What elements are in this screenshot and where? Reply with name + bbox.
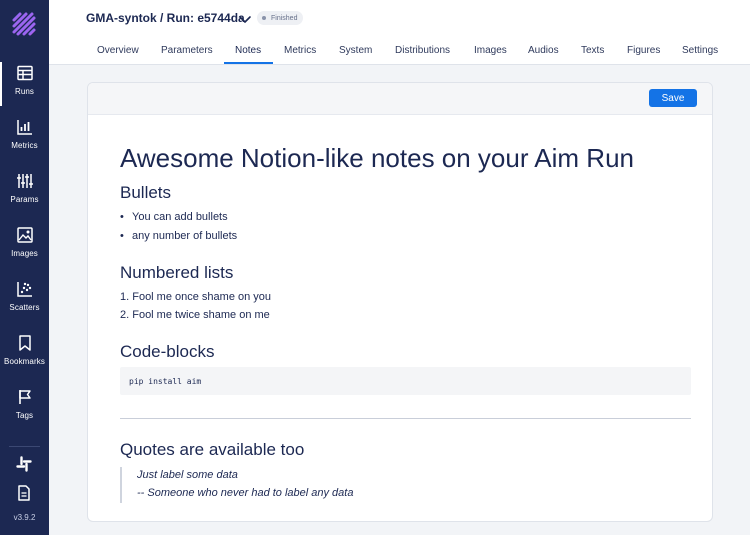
sidebar: Runs Metrics Params Images Scatters Book… bbox=[0, 0, 49, 535]
sidebar-item-label: Tags bbox=[15, 411, 34, 420]
tab-metrics[interactable]: Metrics bbox=[284, 45, 316, 56]
metrics-chart-icon bbox=[16, 118, 34, 136]
docs-icon[interactable] bbox=[15, 484, 33, 502]
status-dot-icon bbox=[262, 16, 266, 20]
sidebar-item-label: Metrics bbox=[11, 141, 38, 150]
tab-settings[interactable]: Settings bbox=[682, 45, 718, 56]
tab-parameters[interactable]: Parameters bbox=[161, 45, 213, 56]
list-item: 1. Fool me once shame on you bbox=[120, 291, 272, 303]
scatter-icon bbox=[16, 280, 34, 298]
quotes-heading: Quotes are available too bbox=[120, 440, 305, 459]
sidebar-item-scatters[interactable]: Scatters bbox=[0, 280, 49, 324]
active-tab-indicator bbox=[224, 62, 273, 64]
flag-icon bbox=[16, 388, 34, 406]
tab-audios[interactable]: Audios bbox=[528, 45, 559, 56]
sidebar-item-bookmarks[interactable]: Bookmarks bbox=[0, 334, 49, 378]
params-sliders-icon bbox=[16, 172, 34, 190]
code-block: pip install aim bbox=[120, 367, 691, 395]
table-icon bbox=[16, 64, 34, 82]
status-label: Finished bbox=[271, 14, 298, 22]
sidebar-item-metrics[interactable]: Metrics bbox=[0, 118, 49, 162]
run-tabs: Overview Parameters Notes Metrics System… bbox=[49, 38, 750, 65]
quote-line: -- Someone who never had to label any da… bbox=[137, 487, 354, 499]
sidebar-divider bbox=[9, 446, 40, 447]
list-item: 2. Fool me twice shame on me bbox=[120, 309, 270, 321]
tab-overview[interactable]: Overview bbox=[97, 45, 139, 56]
sidebar-item-runs[interactable]: Runs bbox=[0, 64, 49, 108]
divider bbox=[120, 418, 691, 419]
save-button[interactable]: Save bbox=[649, 89, 697, 107]
notes-panel: Save Awesome Notion-like notes on your A… bbox=[87, 82, 713, 522]
quote-line: Just label some data bbox=[137, 469, 238, 481]
numbered-heading: Numbered lists bbox=[120, 263, 234, 282]
bookmark-icon bbox=[16, 334, 34, 352]
tab-texts[interactable]: Texts bbox=[581, 45, 604, 56]
sidebar-item-label: Params bbox=[10, 195, 39, 204]
tab-system[interactable]: System bbox=[339, 45, 372, 56]
sidebar-item-label: Images bbox=[11, 249, 38, 258]
tab-images[interactable]: Images bbox=[474, 45, 507, 56]
blockquote: Just label some data -- Someone who neve… bbox=[120, 467, 420, 503]
sidebar-item-images[interactable]: Images bbox=[0, 226, 49, 270]
notes-toolbar: Save bbox=[88, 83, 712, 115]
run-header: GMA-syntok / Run: e5744da Finished bbox=[49, 0, 750, 38]
notes-title: Awesome Notion-like notes on your Aim Ru… bbox=[120, 143, 634, 173]
sidebar-item-label: Runs bbox=[14, 87, 35, 96]
chevron-down-icon[interactable] bbox=[238, 12, 252, 26]
tab-notes[interactable]: Notes bbox=[235, 45, 261, 56]
status-badge: Finished bbox=[257, 11, 304, 25]
tab-distributions[interactable]: Distributions bbox=[395, 45, 450, 56]
image-icon bbox=[16, 226, 34, 244]
bullets-heading: Bullets bbox=[120, 183, 172, 202]
sidebar-item-label: Scatters bbox=[9, 303, 40, 312]
tab-figures[interactable]: Figures bbox=[627, 45, 660, 56]
app-version: v3.9.2 bbox=[13, 513, 36, 522]
sidebar-item-params[interactable]: Params bbox=[0, 172, 49, 216]
list-item: • any number of bullets bbox=[120, 230, 238, 242]
slack-icon[interactable] bbox=[15, 455, 33, 473]
aim-logo-icon[interactable] bbox=[11, 11, 37, 37]
sidebar-item-tags[interactable]: Tags bbox=[0, 388, 49, 432]
list-item: • You can add bullets bbox=[120, 211, 228, 223]
sidebar-item-label: Bookmarks bbox=[4, 357, 45, 366]
code-heading: Code-blocks bbox=[120, 342, 215, 361]
run-title: GMA-syntok / Run: e5744da bbox=[86, 11, 245, 25]
